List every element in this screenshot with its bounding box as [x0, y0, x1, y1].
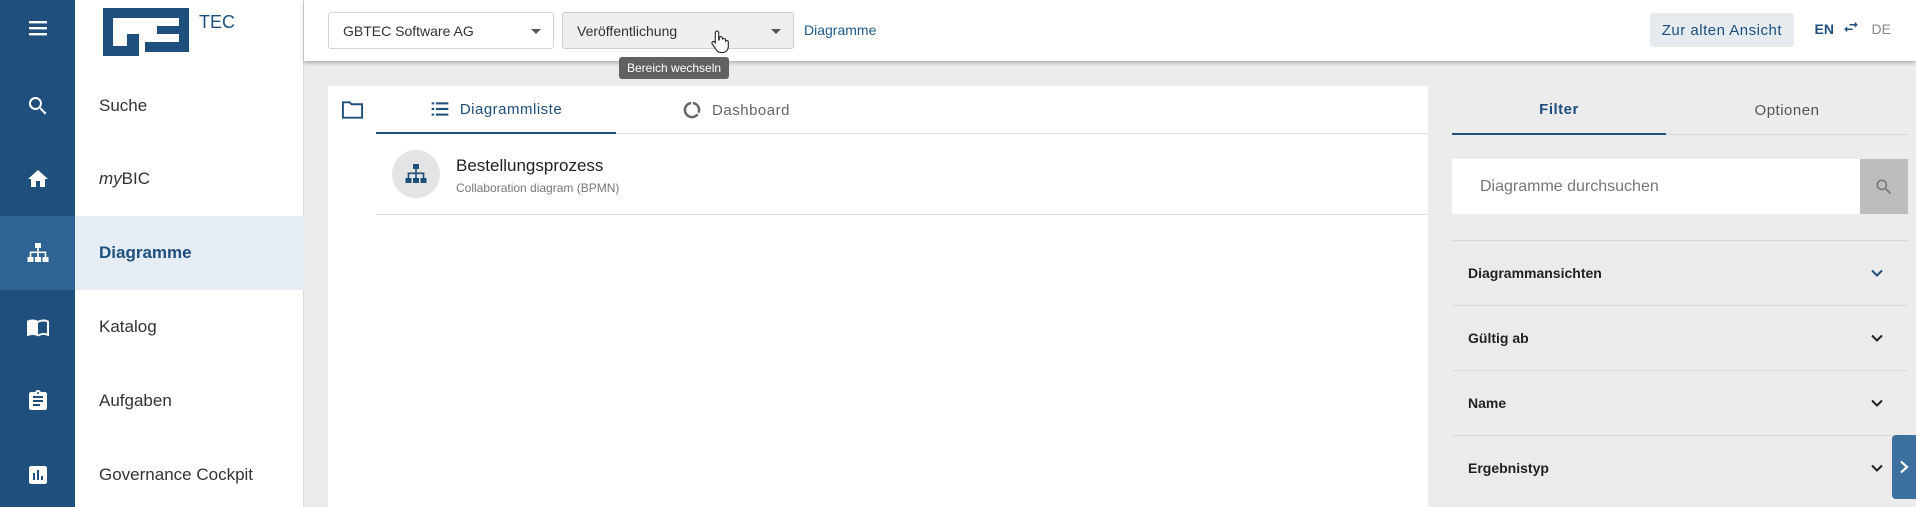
- rail-catalog-button[interactable]: [0, 290, 75, 364]
- clipboard-icon: [28, 390, 47, 410]
- nav-label: Diagramme: [99, 243, 192, 262]
- rail-search-button[interactable]: [0, 69, 75, 143]
- filter-label: Gültig ab: [1468, 329, 1529, 346]
- old-view-button[interactable]: Zur alten Ansicht: [1649, 13, 1794, 47]
- caret-down-icon: [771, 29, 781, 34]
- home-icon: [27, 170, 48, 187]
- nav-label-prefix: my: [99, 169, 122, 188]
- content-tabs: Diagrammliste Dashboard: [376, 86, 1428, 134]
- filter-name[interactable]: Name: [1452, 370, 1908, 434]
- language-de[interactable]: DE: [1872, 21, 1891, 37]
- rail-diagrams-button[interactable]: [0, 216, 75, 290]
- book-icon: [26, 319, 49, 337]
- nav-item-catalog[interactable]: Katalog: [75, 290, 304, 364]
- chevron-down-icon: [1871, 269, 1883, 277]
- search-icon: [1876, 179, 1892, 194]
- tab-label: Diagrammliste: [459, 100, 563, 118]
- top-header: GBTEC Software AG Veröffentlichung Diagr…: [304, 0, 1916, 61]
- nav-item-mybic[interactable]: my BIC: [75, 142, 304, 216]
- language-en[interactable]: EN: [1815, 21, 1834, 37]
- tooltip: Bereich wechseln: [619, 57, 730, 79]
- chevron-right-icon: [1900, 460, 1909, 474]
- menu-icon: [28, 21, 47, 36]
- expand-panel-button[interactable]: [1892, 435, 1916, 499]
- hand-cursor-icon: [711, 30, 729, 53]
- folder-icon[interactable]: [341, 100, 364, 120]
- tab-dashboard[interactable]: Dashboard: [616, 86, 856, 134]
- search-icon: [28, 97, 46, 115]
- nav-item-governance-cockpit[interactable]: Governance Cockpit: [75, 438, 304, 507]
- nav-label: Katalog: [99, 317, 157, 336]
- rail-home-button[interactable]: [0, 142, 75, 216]
- chevron-down-icon: [1871, 334, 1883, 342]
- sitemap-icon: [27, 243, 48, 262]
- tab-label: Dashboard: [712, 101, 790, 119]
- tab-options[interactable]: Optionen: [1680, 86, 1894, 135]
- folder-strip: [328, 86, 376, 507]
- list-icon: [431, 102, 449, 116]
- gbtec-logo: TEC: [103, 8, 235, 56]
- nav-label: BIC: [121, 169, 151, 188]
- tab-filter[interactable]: Filter: [1452, 86, 1666, 135]
- nav-item-diagrams[interactable]: Diagramme: [75, 216, 304, 290]
- sitemap-icon: [405, 164, 427, 183]
- diagram-title[interactable]: Bestellungsprozess: [456, 156, 603, 176]
- caret-down-icon: [531, 29, 541, 34]
- organization-select-value: GBTEC Software AG: [343, 22, 474, 39]
- nav-label: Governance Cockpit: [99, 465, 254, 484]
- search-button[interactable]: [1860, 159, 1908, 214]
- filter-label: Diagrammansichten: [1468, 264, 1602, 281]
- filter-label: Ergebnistyp: [1468, 459, 1549, 476]
- menu-button[interactable]: [0, 0, 75, 56]
- organization-select[interactable]: GBTEC Software AG: [328, 12, 554, 49]
- search-input[interactable]: [1452, 159, 1860, 214]
- icon-rail: [0, 0, 75, 507]
- tab-diagram-list[interactable]: Diagrammliste: [376, 86, 616, 134]
- nav-item-tasks[interactable]: Aufgaben: [75, 364, 304, 438]
- breadcrumb[interactable]: Diagramme: [804, 22, 876, 38]
- chart-icon: [28, 466, 47, 484]
- diagram-type-avatar: [392, 150, 440, 198]
- diagram-type: Collaboration diagram (BPMN): [456, 181, 620, 195]
- filter-valid-from[interactable]: Gültig ab: [1452, 305, 1908, 369]
- dashboard-icon: [683, 101, 701, 119]
- diagram-search: [1452, 159, 1908, 214]
- rail-cockpit-button[interactable]: [0, 438, 75, 507]
- panel-tabs: Filter Optionen: [1452, 86, 1908, 135]
- swap-icon[interactable]: [1842, 18, 1860, 36]
- filter-panel: Filter Optionen Diagrammansichten Gültig…: [1452, 86, 1908, 507]
- filter-label: Name: [1468, 394, 1507, 411]
- chevron-down-icon: [1871, 399, 1883, 407]
- chevron-down-icon: [1871, 464, 1883, 472]
- navigation-panel: TEC Suche my BIC Diagramme Katalog Aufga…: [75, 0, 304, 507]
- filter-diagram-views[interactable]: Diagrammansichten: [1452, 240, 1908, 304]
- stage-select[interactable]: Veröffentlichung: [562, 12, 794, 49]
- list-item[interactable]: Bestellungsprozess Collaboration diagram…: [376, 135, 1428, 215]
- svg-text:TEC: TEC: [199, 12, 235, 32]
- diagram-list-card: Diagrammliste Dashboard Bestellungsproze…: [376, 86, 1428, 507]
- nav-item-search[interactable]: Suche: [75, 69, 304, 143]
- filter-result-type[interactable]: Ergebnistyp: [1452, 435, 1908, 499]
- nav-label: Suche: [99, 96, 148, 115]
- nav-label: Aufgaben: [99, 391, 172, 410]
- rail-tasks-button[interactable]: [0, 364, 75, 438]
- stage-select-value: Veröffentlichung: [577, 22, 678, 39]
